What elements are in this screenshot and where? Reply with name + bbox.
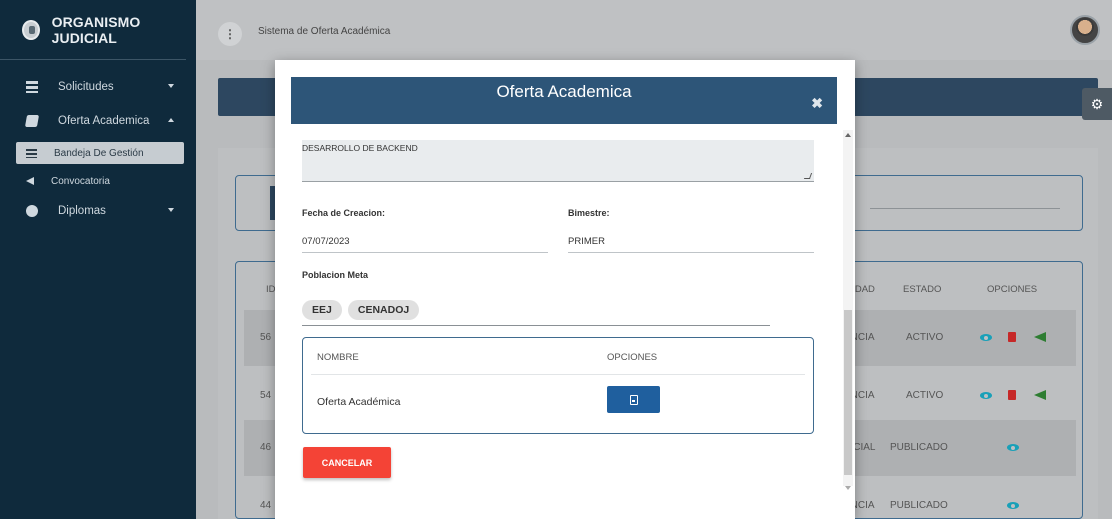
gear-icon	[26, 205, 38, 217]
fecha-label: Fecha de Creacion:	[302, 208, 386, 218]
sidebar-item-label: Oferta Academica	[58, 115, 150, 127]
brand[interactable]: ORGANISMO JUDICIAL	[0, 0, 186, 60]
sidebar-subitem-bandeja[interactable]: Bandeja De Gestión	[16, 142, 184, 164]
chevron-up-icon	[168, 118, 174, 122]
oferta-modal: Oferta Academica ✖ DESARROLLO DE BACKEND…	[275, 60, 855, 519]
sidebar-item-label: Diplomas	[58, 205, 106, 217]
list-icon	[26, 148, 37, 158]
description-text: DESARROLLO DE BACKEND	[302, 143, 418, 153]
column-header-opciones: OPCIONES	[987, 284, 1038, 295]
poblacion-label: Poblacion Meta	[302, 270, 369, 280]
search-input[interactable]	[870, 208, 1060, 209]
sidebar-nav: Solicitudes Oferta Academica Bandeja De …	[0, 60, 196, 228]
resize-grip-icon[interactable]	[803, 173, 813, 179]
row-id: 54	[260, 390, 272, 401]
sidebar-subitem-label: Bandeja De Gestión	[54, 147, 144, 159]
view-eye-icon[interactable]	[1007, 444, 1019, 451]
column-header-opciones: OPCIONES	[607, 352, 658, 363]
top-bar: ⋮ Sistema de Oferta Académica	[196, 0, 1112, 60]
avatar[interactable]	[1070, 15, 1100, 45]
modal-title: Oferta Academica	[496, 82, 632, 101]
row-estado: PUBLICADO	[890, 500, 948, 511]
sidebar-subitem-convocatoria[interactable]: Convocatoria	[16, 170, 184, 192]
chevron-down-icon	[168, 84, 174, 88]
view-eye-icon[interactable]	[1007, 502, 1019, 509]
documents-table: NOMBRE OPCIONES Oferta Académica	[302, 337, 814, 434]
chip-eej[interactable]: EEJ	[302, 300, 342, 320]
brand-title: ORGANISMO JUDICIAL	[51, 13, 141, 46]
judicial-seal-logo	[22, 19, 40, 40]
document-name: Oferta Académica	[317, 396, 401, 408]
modal-header: Oferta Academica ✖	[291, 77, 837, 124]
sidebar-subitem-label: Convocatoria	[51, 175, 110, 187]
scroll-up-arrow-icon[interactable]	[845, 133, 851, 137]
sidebar: ORGANISMO JUDICIAL Solicitudes Oferta Ac…	[0, 0, 196, 519]
chevron-down-icon	[168, 208, 174, 212]
scroll-thumb[interactable]	[844, 310, 852, 475]
chip-cenadoj[interactable]: CENADOJ	[347, 300, 420, 320]
stack-icon	[26, 81, 38, 93]
view-eye-icon[interactable]	[980, 334, 992, 341]
sidebar-item-oferta-academica[interactable]: Oferta Academica	[0, 104, 196, 138]
close-icon[interactable]: ✖	[811, 95, 823, 112]
delete-trash-icon[interactable]	[1008, 390, 1016, 400]
bimestre-field[interactable]: PRIMER	[568, 236, 814, 253]
download-pdf-button[interactable]	[607, 386, 660, 413]
pdf-file-icon	[629, 394, 638, 405]
megaphone-icon[interactable]	[1034, 390, 1046, 400]
settings-gear-icon[interactable]: ⚙	[1082, 88, 1112, 120]
sidebar-item-label: Solicitudes	[58, 81, 114, 93]
row-id: 56	[260, 332, 272, 343]
row-id: 44	[260, 500, 272, 511]
cancel-button[interactable]: CANCELAR	[303, 447, 391, 478]
delete-trash-icon[interactable]	[1008, 332, 1016, 342]
row-estado: ACTIVO	[906, 332, 944, 343]
row-id: 46	[260, 442, 272, 453]
row-estado: PUBLICADO	[890, 442, 948, 453]
poblacion-chips[interactable]: EEJ CENADOJ	[302, 300, 770, 326]
description-textarea[interactable]: DESARROLLO DE BACKEND	[302, 140, 814, 182]
column-header-nombre: NOMBRE	[317, 352, 359, 363]
menu-button[interactable]: ⋮	[218, 22, 242, 46]
sidebar-item-solicitudes[interactable]: Solicitudes	[0, 70, 196, 104]
system-title: Sistema de Oferta Académica	[258, 26, 391, 37]
megaphone-icon	[26, 177, 34, 185]
bimestre-label: Bimestre:	[568, 208, 610, 218]
scroll-down-arrow-icon[interactable]	[845, 486, 851, 490]
view-eye-icon[interactable]	[980, 392, 992, 399]
divider	[311, 374, 805, 375]
book-icon	[24, 115, 40, 127]
modal-scrollbar[interactable]	[843, 130, 853, 490]
sidebar-item-diplomas[interactable]: Diplomas	[0, 194, 196, 228]
row-estado: ACTIVO	[906, 390, 944, 401]
megaphone-icon[interactable]	[1034, 332, 1046, 342]
fecha-field[interactable]: 07/07/2023	[302, 236, 548, 253]
column-header-estado: ESTADO	[903, 284, 942, 295]
